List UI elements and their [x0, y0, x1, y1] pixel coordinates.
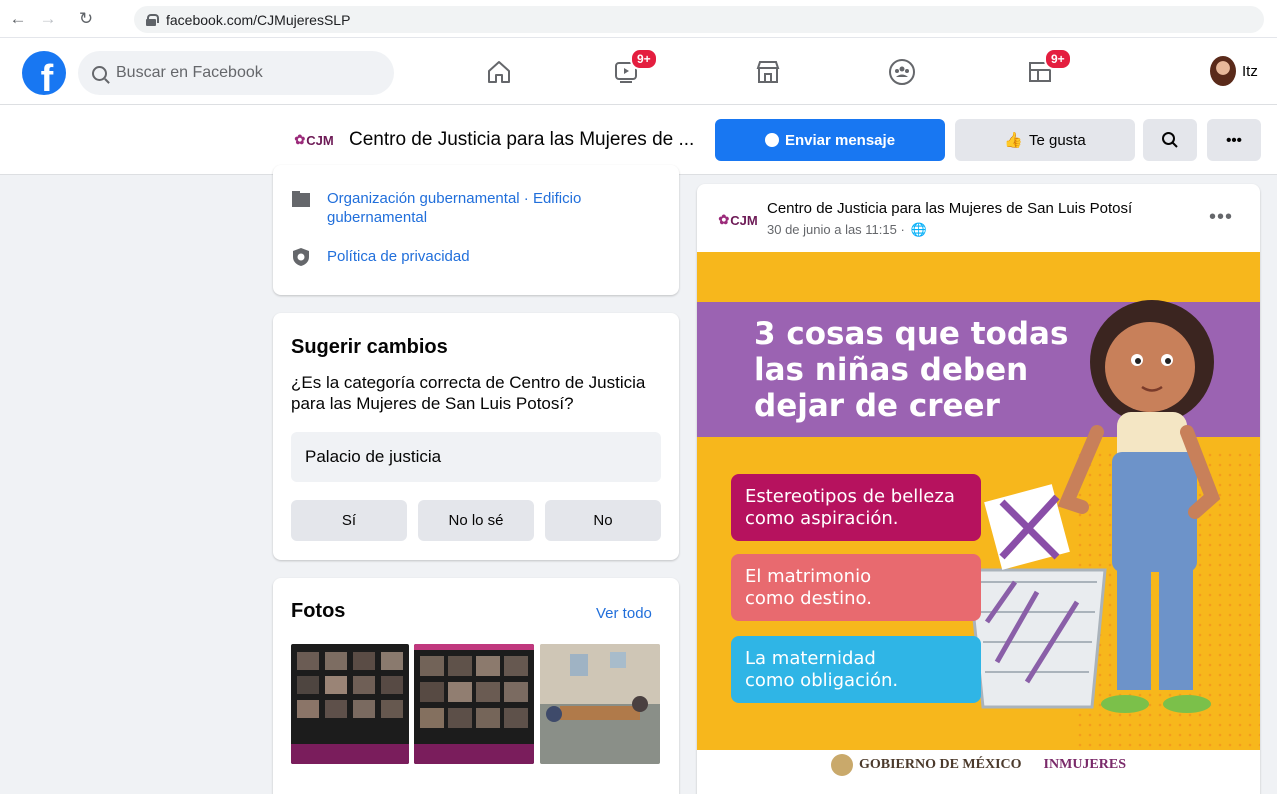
- post-card: ✿ CJM Centro de Justicia para las Mujere…: [697, 184, 1260, 794]
- address-bar[interactable]: facebook.com/CJMujeresSLP: [134, 6, 1264, 33]
- reload-icon[interactable]: ↻: [74, 7, 98, 31]
- send-message-button[interactable]: Enviar mensaje: [715, 119, 945, 161]
- post-headline: 3 cosas que todas las niñas deben dejar …: [754, 316, 1068, 424]
- belief-text: La maternidad: [745, 648, 876, 669]
- shield-icon: [293, 248, 309, 266]
- belief-item: Estereotipos de belleza como aspiración.: [731, 474, 981, 541]
- pages-badge: 9+: [1044, 48, 1072, 70]
- forward-icon[interactable]: →: [36, 7, 60, 31]
- watch-icon[interactable]: 9+: [608, 48, 658, 90]
- profile-name: Itz: [1242, 62, 1258, 80]
- photos-card: Fotos Ver todo: [273, 578, 679, 794]
- page-search-button[interactable]: [1143, 119, 1197, 161]
- yes-button[interactable]: Sí: [291, 500, 407, 541]
- belief-text: El matrimonio: [745, 566, 872, 587]
- belief-item: La maternidad como obligación.: [731, 636, 981, 703]
- post-image-footer: GOBIERNO DE MÉXICO INMUJERES: [697, 750, 1260, 780]
- post-avatar-text: CJM: [730, 212, 758, 228]
- home-icon[interactable]: [481, 54, 517, 90]
- suggest-title: Sugerir cambios: [291, 336, 448, 358]
- belief-text: Estereotipos de belleza: [745, 486, 955, 507]
- search-icon: [92, 65, 107, 81]
- pages-icon[interactable]: 9+: [1022, 48, 1072, 90]
- search-placeholder: Buscar en Facebook: [116, 64, 263, 81]
- privacy-link[interactable]: Política de privacidad: [327, 247, 470, 266]
- more-icon: •••: [1226, 131, 1242, 149]
- page-title[interactable]: Centro de Justicia para las Mujeres de .…: [349, 129, 694, 151]
- lock-icon: [146, 13, 159, 26]
- facebook-header: f Buscar en Facebook 9+ 9+ Itz: [0, 38, 1277, 105]
- belief-text: como destino.: [745, 588, 872, 609]
- headline-line: dejar de creer: [754, 388, 1000, 424]
- globe-icon: 🌐: [910, 222, 927, 237]
- page-logo-text: CJM: [306, 132, 334, 148]
- suggest-question: ¿Es la categoría correcta de Centro de J…: [291, 373, 646, 413]
- headline-line: 3 cosas que todas: [754, 316, 1069, 352]
- headline-line: las niñas deben: [754, 352, 1029, 388]
- avatar: [1210, 56, 1236, 86]
- post-author-avatar[interactable]: ✿ CJM: [713, 201, 763, 239]
- photo-thumbnail[interactable]: [414, 644, 534, 764]
- belief-item: El matrimonio como destino.: [731, 554, 981, 621]
- search-input[interactable]: Buscar en Facebook: [78, 51, 394, 95]
- inmujeres-logo-text: INMUJERES: [1043, 757, 1127, 772]
- post-timestamp[interactable]: 30 de junio a las 11:15 · 🌐: [767, 222, 927, 238]
- url-text: facebook.com/CJMujeresSLP: [166, 11, 351, 28]
- category-row: Organización gubernamental · Edificio gu…: [291, 189, 661, 227]
- belief-text: como aspiración.: [745, 508, 899, 529]
- thumbs-up-icon: 👍: [1004, 132, 1023, 149]
- facebook-logo-icon[interactable]: f: [22, 51, 66, 95]
- page-logo[interactable]: ✿ CJM: [289, 121, 339, 159]
- post-image[interactable]: 3 cosas que todas las niñas deben dejar …: [697, 252, 1260, 750]
- like-button[interactable]: 👍 Te gusta: [955, 119, 1135, 161]
- send-message-label: Enviar mensaje: [784, 131, 896, 149]
- category-value: Palacio de justicia: [291, 432, 661, 482]
- more-options-button[interactable]: •••: [1207, 119, 1261, 161]
- privacy-row: Política de privacidad: [291, 247, 470, 267]
- messenger-icon: [764, 133, 779, 147]
- category-link[interactable]: Organización gubernamental · Edificio gu…: [327, 189, 661, 227]
- about-card: Organización gubernamental · Edificio gu…: [273, 165, 679, 295]
- like-label: Te gusta: [1028, 131, 1086, 149]
- briefcase-icon: [292, 191, 310, 207]
- watch-badge: 9+: [630, 48, 658, 70]
- browser-toolbar: ← → ↻ facebook.com/CJMujeresSLP: [0, 0, 1277, 38]
- see-all-link[interactable]: Ver todo: [596, 605, 652, 622]
- photo-thumbnail[interactable]: [540, 644, 660, 764]
- groups-icon[interactable]: [884, 54, 920, 90]
- mexico-seal-icon: [830, 754, 853, 776]
- post-author[interactable]: Centro de Justicia para las Mujeres de S…: [767, 200, 1132, 217]
- flower-icon: ✿: [294, 132, 306, 147]
- belief-text: como obligación.: [745, 670, 899, 691]
- post-date: 30 de junio a las 11:15 ·: [767, 222, 905, 237]
- suggest-changes-card: Sugerir cambios ¿Es la categoría correct…: [273, 313, 679, 560]
- flower-icon: ✿: [718, 212, 730, 227]
- back-icon[interactable]: ←: [6, 7, 30, 31]
- profile-button[interactable]: Itz: [1210, 56, 1258, 86]
- no-button[interactable]: No: [545, 500, 661, 541]
- gov-logo-text: GOBIERNO DE MÉXICO: [858, 757, 1022, 772]
- photos-title: Fotos: [291, 600, 346, 622]
- marketplace-icon[interactable]: [750, 54, 786, 90]
- post-options-icon[interactable]: •••: [1209, 206, 1233, 229]
- photo-thumbnail[interactable]: [291, 644, 409, 764]
- not-sure-button[interactable]: No lo sé: [418, 500, 534, 541]
- search-icon: [1162, 132, 1178, 148]
